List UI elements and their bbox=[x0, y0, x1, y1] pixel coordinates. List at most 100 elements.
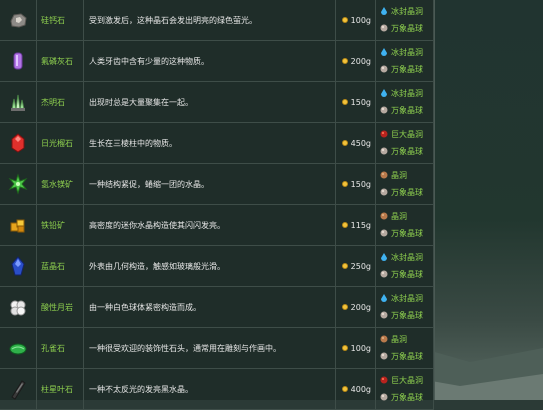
omni-geode-icon bbox=[380, 106, 388, 116]
mineral-price: 150g bbox=[350, 179, 371, 189]
omni-geode-icon bbox=[380, 270, 388, 280]
gold-coin-icon bbox=[341, 386, 348, 392]
mineral-location-cell: 冰封晶洞 万象晶球 bbox=[376, 287, 434, 327]
gold-coin-icon bbox=[341, 181, 348, 187]
location-link[interactable]: 巨大晶洞 bbox=[391, 375, 423, 386]
geode-small-icon bbox=[380, 335, 388, 345]
mineral-icon-cell bbox=[0, 0, 37, 40]
mineral-location-cell: 晶洞 万象晶球 bbox=[376, 328, 434, 368]
location-link[interactable]: 万象晶球 bbox=[391, 269, 423, 280]
mineral-name-cell: 柱星叶石 bbox=[37, 369, 84, 409]
mineral-name[interactable]: 杰明石 bbox=[41, 97, 65, 108]
location-link[interactable]: 巨大晶洞 bbox=[391, 129, 423, 140]
mineral-row: 铁铅矿 高密度的迷你水晶构造使其闪闪发亮。 115g 晶洞 万象晶球 bbox=[0, 205, 434, 246]
mineral-name[interactable]: 氢水镁矿 bbox=[41, 179, 73, 190]
location-link[interactable]: 晶洞 bbox=[391, 211, 407, 222]
mineral-description-cell: 人类牙齿中含有少量的这种物质。 bbox=[84, 41, 336, 81]
mineral-price: 115g bbox=[350, 220, 371, 230]
gold-coin-icon bbox=[341, 140, 348, 146]
mineral-location-cell: 巨大晶洞 万象晶球 bbox=[376, 123, 434, 163]
location-link[interactable]: 万象晶球 bbox=[391, 64, 423, 75]
location-link[interactable]: 万象晶球 bbox=[391, 392, 423, 403]
droplet-icon bbox=[380, 47, 388, 58]
droplet-icon bbox=[380, 252, 388, 263]
white-cluster-icon bbox=[7, 296, 29, 318]
droplet-icon bbox=[380, 6, 388, 17]
mineral-location-cell: 晶洞 万象晶球 bbox=[376, 205, 434, 245]
omni-geode-icon bbox=[380, 188, 388, 198]
droplet-icon bbox=[380, 293, 388, 304]
location-link[interactable]: 冰封晶洞 bbox=[391, 252, 423, 263]
purple-crystal-icon bbox=[7, 50, 29, 72]
gold-coin-icon bbox=[341, 304, 348, 310]
mineral-name[interactable]: 蓝晶石 bbox=[41, 261, 65, 272]
mineral-location-cell: 巨大晶洞 万象晶球 bbox=[376, 369, 434, 409]
mineral-description: 出现时总是大量聚集在一起。 bbox=[89, 97, 193, 107]
mineral-icon-cell bbox=[0, 82, 37, 122]
mineral-description: 一种很受欢迎的装饰性石头，通常用在雕刻与作画中。 bbox=[89, 343, 281, 353]
mineral-price: 100g bbox=[350, 343, 371, 353]
mineral-description-cell: 一种很受欢迎的装饰性石头，通常用在雕刻与作画中。 bbox=[84, 328, 336, 368]
mineral-price-cell: 450g bbox=[336, 123, 376, 163]
mineral-row: 柱星叶石 一种不太反光的发亮黑水晶。 400g 巨大晶洞 万象晶球 bbox=[0, 369, 434, 410]
location-link[interactable]: 万象晶球 bbox=[391, 23, 423, 34]
mineral-name[interactable]: 氟磷灰石 bbox=[41, 56, 73, 67]
mineral-description-cell: 外表由几何构造，触感如玻璃般光滑。 bbox=[84, 246, 336, 286]
location-link[interactable]: 冰封晶洞 bbox=[391, 88, 423, 99]
mineral-name[interactable]: 硅钙石 bbox=[41, 15, 65, 26]
mineral-name[interactable]: 日光榴石 bbox=[41, 138, 73, 149]
mineral-icon-cell bbox=[0, 123, 37, 163]
mineral-description: 一种结构紧促，蜷缩一团的水晶。 bbox=[89, 179, 209, 189]
mineral-description: 生长在三棱柱中的物质。 bbox=[89, 138, 177, 148]
magma-geode-icon bbox=[380, 130, 388, 140]
location-link[interactable]: 万象晶球 bbox=[391, 310, 423, 321]
location-link[interactable]: 万象晶球 bbox=[391, 105, 423, 116]
mineral-name[interactable]: 柱星叶石 bbox=[41, 384, 73, 395]
mineral-price-cell: 200g bbox=[336, 287, 376, 327]
mineral-icon-cell bbox=[0, 328, 37, 368]
gold-coin-icon bbox=[341, 263, 348, 269]
gold-coin-icon bbox=[341, 58, 348, 64]
location-link[interactable]: 万象晶球 bbox=[391, 351, 423, 362]
gold-coin-icon bbox=[341, 17, 348, 23]
mineral-row: 日光榴石 生长在三棱柱中的物质。 450g 巨大晶洞 万象晶球 bbox=[0, 123, 434, 164]
location-link[interactable]: 冰封晶洞 bbox=[391, 47, 423, 58]
location-link[interactable]: 冰封晶洞 bbox=[391, 293, 423, 304]
mineral-table: 硅钙石 受到激发后，这种晶石会发出明亮的绿色萤光。 100g 冰封晶洞 万象晶球 氟磷灰石… bbox=[0, 0, 435, 410]
mineral-location-cell: 冰封晶洞 万象晶球 bbox=[376, 0, 434, 40]
mineral-row: 氟磷灰石 人类牙齿中含有少量的这种物质。 200g 冰封晶洞 万象晶球 bbox=[0, 41, 434, 82]
mineral-price-cell: 100g bbox=[336, 328, 376, 368]
mineral-location-cell: 冰封晶洞 万象晶球 bbox=[376, 41, 434, 81]
mineral-description: 人类牙齿中含有少量的这种物质。 bbox=[89, 56, 209, 66]
mineral-price-cell: 100g bbox=[336, 0, 376, 40]
location-link[interactable]: 晶洞 bbox=[391, 334, 407, 345]
mineral-description: 外表由几何构造，触感如玻璃般光滑。 bbox=[89, 261, 225, 271]
mineral-name-cell: 铁铅矿 bbox=[37, 205, 84, 245]
location-link[interactable]: 晶洞 bbox=[391, 170, 407, 181]
green-star-crystal-icon bbox=[7, 173, 29, 195]
obsidian-shard-icon bbox=[7, 378, 29, 400]
location-link[interactable]: 万象晶球 bbox=[391, 187, 423, 198]
geode-small-icon bbox=[380, 212, 388, 222]
mineral-description-cell: 受到激发后，这种晶石会发出明亮的绿色萤光。 bbox=[84, 0, 336, 40]
green-crystal-cluster-icon bbox=[7, 91, 29, 113]
mineral-name-cell: 杰明石 bbox=[37, 82, 84, 122]
location-link[interactable]: 冰封晶洞 bbox=[391, 6, 423, 17]
mineral-name[interactable]: 铁铅矿 bbox=[41, 220, 65, 231]
location-link[interactable]: 万象晶球 bbox=[391, 146, 423, 157]
mineral-location-cell: 晶洞 万象晶球 bbox=[376, 164, 434, 204]
gold-ore-icon bbox=[7, 214, 29, 236]
mineral-name[interactable]: 酸性月岩 bbox=[41, 302, 73, 313]
mineral-description: 受到激发后，这种晶石会发出明亮的绿色萤光。 bbox=[89, 15, 257, 25]
mineral-name-cell: 硅钙石 bbox=[37, 0, 84, 40]
mineral-price: 400g bbox=[350, 384, 371, 394]
gold-coin-icon bbox=[341, 222, 348, 228]
mineral-icon-cell bbox=[0, 205, 37, 245]
mineral-price: 100g bbox=[350, 15, 371, 25]
omni-geode-icon bbox=[380, 352, 388, 362]
mineral-name[interactable]: 孔雀石 bbox=[41, 343, 65, 354]
mineral-icon-cell bbox=[0, 369, 37, 409]
location-link[interactable]: 万象晶球 bbox=[391, 228, 423, 239]
mineral-price: 150g bbox=[350, 97, 371, 107]
omni-geode-icon bbox=[380, 147, 388, 157]
